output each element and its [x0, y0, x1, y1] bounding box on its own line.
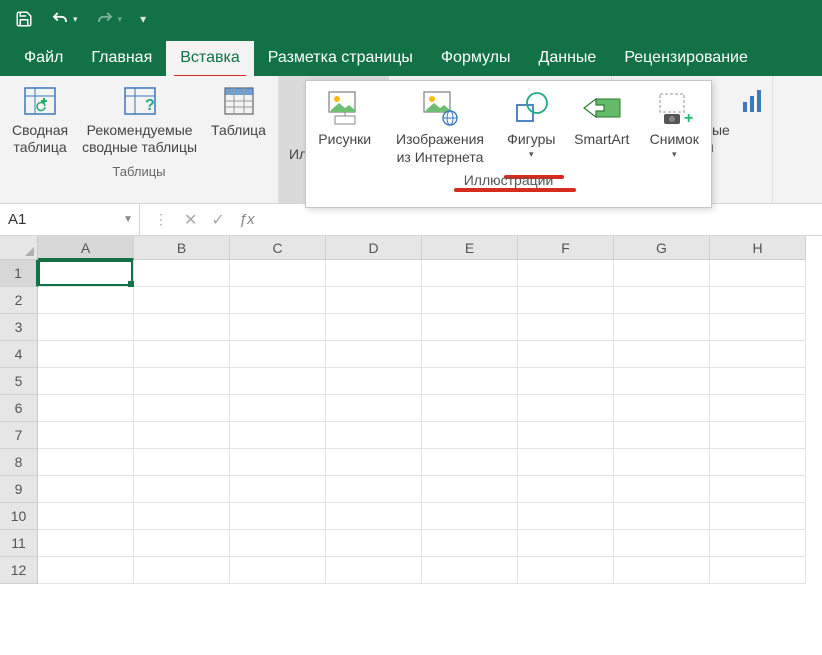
column-header[interactable]: E [422, 236, 518, 260]
pictures-label: Рисунки [318, 131, 371, 149]
screenshot-label: Снимок [650, 131, 699, 149]
chevron-down-icon: ▾ [672, 149, 677, 160]
chevron-down-icon: ▾ [118, 14, 123, 25]
column-header[interactable]: D [326, 236, 422, 260]
row-header[interactable]: 10 [0, 503, 38, 530]
save-button[interactable] [15, 10, 33, 28]
column-header[interactable]: B [134, 236, 230, 260]
redo-button[interactable]: ▾ [96, 10, 123, 28]
illustrations-dropdown: Рисунки Изображения из Интернета Фигуры … [305, 80, 712, 208]
chevron-down-icon: ▾ [529, 149, 534, 160]
save-icon [15, 10, 33, 28]
shapes-label: Фигуры [507, 131, 555, 149]
row-header[interactable]: 5 [0, 368, 38, 395]
online-pictures-icon [420, 90, 460, 126]
screenshot-button[interactable]: + Снимок ▾ [640, 85, 709, 168]
row-header[interactable]: 9 [0, 476, 38, 503]
row-header[interactable]: 1 [0, 260, 38, 287]
tab-home[interactable]: Главная [77, 41, 166, 76]
chevron-down-icon: ▾ [73, 14, 78, 25]
row-header[interactable]: 2 [0, 287, 38, 314]
active-cell-outline [38, 260, 133, 286]
customize-qat-button[interactable]: ▾ [140, 12, 146, 26]
pivot-table-label: Сводная таблица [12, 122, 68, 156]
red-underline-panel [454, 188, 576, 192]
chart-more-button[interactable] [738, 80, 766, 160]
pivot-table-icon [23, 86, 57, 116]
row-header[interactable]: 8 [0, 449, 38, 476]
row-header[interactable]: 7 [0, 422, 38, 449]
online-pictures-label: Изображения из Интернета [396, 131, 484, 166]
select-all-corner[interactable] [0, 236, 38, 260]
shapes-gallery-icon [513, 91, 549, 125]
ribbon: Сводная таблица ? Рекомендуемые сводные … [0, 76, 822, 204]
smartart-icon [582, 93, 622, 123]
svg-text:+: + [684, 110, 693, 126]
redo-icon [96, 10, 114, 28]
illustrations-panel-label: Иллюстрации [306, 168, 711, 194]
screenshot-icon: + [654, 90, 694, 126]
tab-formulas[interactable]: Формулы [427, 41, 525, 76]
pictures-icon [325, 90, 365, 126]
row-header[interactable]: 4 [0, 341, 38, 368]
row-headers: 1 2 3 4 5 6 7 8 9 10 11 12 [0, 260, 38, 584]
tab-data[interactable]: Данные [525, 41, 611, 76]
recommended-pivot-label: Рекомендуемые сводные таблицы [82, 122, 197, 156]
column-header[interactable]: F [518, 236, 614, 260]
bar-chart-icon [741, 88, 763, 114]
name-box-input[interactable] [8, 211, 98, 228]
tab-insert[interactable]: Вставка [166, 41, 253, 76]
tab-file[interactable]: Файл [10, 41, 77, 76]
formula-bar: ▼ ⋮ ✕ ✓ ƒx [0, 204, 822, 236]
row-header[interactable]: 3 [0, 314, 38, 341]
cancel-formula-button[interactable]: ✕ [184, 210, 197, 230]
name-box[interactable]: ▼ [0, 204, 140, 235]
enter-formula-button[interactable]: ✓ [211, 210, 224, 230]
smartart-label: SmartArt [574, 131, 629, 149]
quick-access-toolbar: ▾ ▾ ▾ [0, 0, 822, 38]
table-label: Таблица [211, 122, 266, 139]
ribbon-group-tables: Сводная таблица ? Рекомендуемые сводные … [0, 76, 279, 203]
tab-review[interactable]: Рецензирование [610, 41, 762, 76]
row-header[interactable]: 11 [0, 530, 38, 557]
undo-button[interactable]: ▾ [51, 10, 78, 28]
cell-grid[interactable]: // placeholder so structure below is gen… [38, 260, 806, 584]
column-header[interactable]: G [614, 236, 710, 260]
chevron-down-icon: ▾ [140, 12, 146, 26]
fx-button[interactable]: ƒx [239, 211, 255, 228]
row-header[interactable]: 6 [0, 395, 38, 422]
ribbon-tabs: Файл Главная Вставка Разметка страницы Ф… [0, 38, 822, 76]
column-header[interactable]: C [230, 236, 326, 260]
tab-pagelayout[interactable]: Разметка страницы [254, 41, 427, 76]
tables-group-label: Таблицы [112, 160, 165, 184]
shapes-button[interactable]: Фигуры ▾ [499, 85, 565, 168]
column-header[interactable]: A [38, 236, 134, 260]
svg-text:?: ? [145, 97, 155, 114]
row-header[interactable]: 12 [0, 557, 38, 584]
column-headers: A B C D E F G H [38, 236, 806, 260]
chevron-down-icon[interactable]: ▼ [123, 214, 133, 225]
undo-icon [51, 10, 69, 28]
recommended-pivot-button[interactable]: ? Рекомендуемые сводные таблицы [76, 80, 203, 160]
dots-icon: ⋮ [154, 211, 170, 228]
online-pictures-button[interactable]: Изображения из Интернета [381, 85, 498, 168]
recommended-pivot-icon: ? [123, 86, 157, 116]
table-button[interactable]: Таблица [205, 80, 272, 160]
worksheet: A B C D E F G H 1 2 3 4 5 6 7 8 9 10 11 … [0, 236, 822, 584]
pivot-table-button[interactable]: Сводная таблица [6, 80, 74, 160]
pictures-button[interactable]: Рисунки [308, 85, 381, 168]
column-header[interactable]: H [710, 236, 806, 260]
table-icon [224, 87, 254, 115]
smartart-button[interactable]: SmartArt [564, 85, 639, 168]
